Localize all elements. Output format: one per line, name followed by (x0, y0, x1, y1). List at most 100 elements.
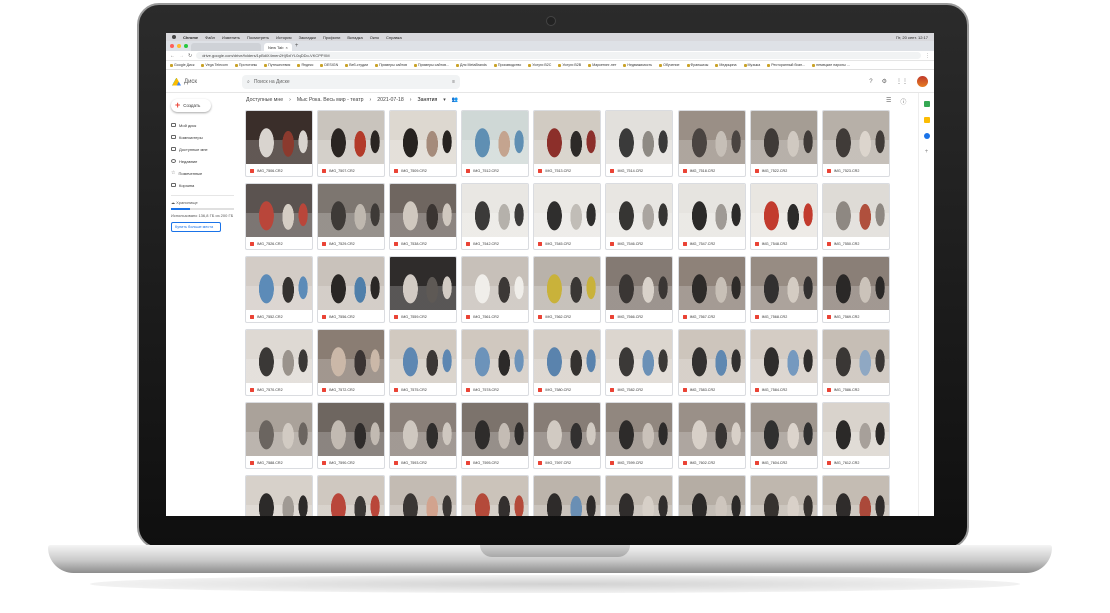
photo-thumbnail[interactable] (318, 403, 385, 456)
bookmark-item[interactable]: Яндекс (297, 63, 313, 67)
file-card[interactable]: IMG_7529.CR2 (317, 183, 386, 250)
photo-thumbnail[interactable] (822, 330, 889, 383)
new-tab-icon[interactable]: + (295, 43, 299, 49)
sheets-icon[interactable] (923, 101, 930, 107)
extensions-icon[interactable]: ⋮ (925, 53, 930, 59)
file-card[interactable]: IMG_7590.CR2 (317, 402, 386, 469)
file-card[interactable]: IMG_7546.CR2 (605, 183, 674, 250)
file-card[interactable]: IMG_7619.CR2 (389, 475, 458, 516)
photo-thumbnail[interactable] (246, 111, 312, 164)
file-card[interactable]: IMG_7625.CR2 (605, 475, 674, 516)
file-card[interactable]: IMG_7616.CR2 (317, 475, 386, 516)
menu-item[interactable]: Профили (323, 35, 340, 40)
breadcrumb-current[interactable]: Занятия (418, 97, 438, 103)
photo-thumbnail[interactable] (678, 184, 745, 237)
storage-label[interactable]: ☁ Хранилище (171, 200, 234, 205)
file-card[interactable]: IMG_7599.CR2 (605, 402, 674, 469)
breadcrumb-item[interactable]: 2021-07-18 (377, 97, 404, 103)
photo-thumbnail[interactable] (606, 257, 673, 310)
photo-thumbnail[interactable] (318, 476, 385, 516)
bookmark-item[interactable]: Услуги B2C (528, 63, 551, 67)
file-card[interactable]: IMG_7584.CR2 (749, 329, 818, 396)
photo-thumbnail[interactable] (390, 111, 457, 164)
file-card[interactable]: IMG_7562.CR2 (533, 256, 602, 323)
minimize-window-icon[interactable] (177, 44, 181, 48)
sidebar-item-starred[interactable]: ☆ Помеченные (166, 167, 239, 179)
file-card[interactable]: IMG_7578.CR2 (461, 329, 530, 396)
photo-thumbnail[interactable] (462, 403, 529, 456)
bookmark-item[interactable]: Примеры сайтов... (414, 63, 449, 67)
photo-thumbnail[interactable] (750, 330, 817, 383)
menubar-clock[interactable]: Пт, 20 сент. 12:17 (896, 35, 928, 40)
file-card[interactable]: IMG_7538.CR2 (389, 183, 458, 250)
photo-thumbnail[interactable] (534, 184, 601, 237)
photo-thumbnail[interactable] (246, 184, 312, 237)
help-icon[interactable]: ? (869, 79, 872, 85)
file-card[interactable]: IMG_7556.CR2 (317, 256, 386, 323)
photo-thumbnail[interactable] (534, 403, 601, 456)
bookmark-item[interactable]: Веб-студии (345, 63, 368, 67)
tab-inactive[interactable] (191, 43, 261, 51)
photo-thumbnail[interactable] (390, 257, 457, 310)
menu-item[interactable]: История (276, 35, 292, 40)
bookmark-item[interactable]: Примеры сайтов (375, 63, 407, 67)
app-menu[interactable]: Chrome (183, 35, 198, 40)
file-card[interactable]: IMG_7588.CR2 (245, 402, 313, 469)
sidebar-item-my-drive[interactable]: Мой диск (166, 119, 239, 131)
sidebar-item-computers[interactable]: Компьютеры (166, 131, 239, 143)
photo-thumbnail[interactable] (462, 257, 529, 310)
file-card[interactable]: IMG_7570.CR2 (245, 329, 313, 396)
file-card[interactable]: IMG_7614.CR2 (245, 475, 313, 516)
file-card[interactable]: IMG_7561.CR2 (461, 256, 530, 323)
file-card[interactable]: IMG_7512.CR2 (461, 110, 530, 177)
file-card[interactable]: IMG_7569.CR2 (821, 256, 890, 323)
tab-new-tab[interactable]: New Tab × (264, 43, 292, 51)
apps-grid-icon[interactable]: ⋮⋮ (896, 78, 908, 85)
file-card[interactable]: IMG_7602.CR2 (677, 402, 746, 469)
photo-thumbnail[interactable] (534, 111, 601, 164)
photo-thumbnail[interactable] (246, 330, 312, 383)
file-card[interactable]: IMG_7542.CR2 (461, 183, 530, 250)
photo-thumbnail[interactable] (606, 476, 673, 516)
photo-thumbnail[interactable] (822, 111, 889, 164)
file-card[interactable]: IMG_7567.CR2 (677, 256, 746, 323)
bookmark-item[interactable]: Производство (493, 63, 521, 67)
photo-thumbnail[interactable] (390, 184, 457, 237)
menu-item[interactable]: Окно (370, 35, 379, 40)
photo-thumbnail[interactable] (822, 257, 889, 310)
bookmark-item[interactable]: Маркетинг-нет (588, 63, 616, 67)
file-card[interactable]: IMG_7552.CR2 (245, 256, 313, 323)
photo-thumbnail[interactable] (246, 476, 312, 516)
photo-thumbnail[interactable] (246, 403, 312, 456)
file-card[interactable]: IMG_7566.CR2 (605, 256, 674, 323)
sidebar-item-shared[interactable]: Доступные мне (166, 143, 239, 155)
file-card[interactable]: IMG_7631.CR2 (821, 475, 890, 516)
photo-thumbnail[interactable] (822, 184, 889, 237)
photo-thumbnail[interactable] (318, 184, 385, 237)
file-card[interactable]: IMG_7629.CR2 (749, 475, 818, 516)
photo-thumbnail[interactable] (462, 476, 529, 516)
photo-thumbnail[interactable] (750, 403, 817, 456)
photo-thumbnail[interactable] (606, 330, 673, 383)
bookmark-item[interactable]: Google Диск (170, 63, 194, 67)
list-view-icon[interactable]: ☰ (886, 97, 891, 106)
photo-thumbnail[interactable] (318, 330, 385, 383)
bookmark-item[interactable]: Медицина (715, 63, 737, 67)
file-card[interactable]: IMG_7575.CR2 (389, 329, 458, 396)
sidebar-item-trash[interactable]: Корзина (166, 179, 239, 191)
file-card[interactable]: IMG_7518.CR2 (677, 110, 746, 177)
shared-people-icon[interactable]: 👥 (452, 97, 458, 103)
keep-icon[interactable] (923, 117, 930, 123)
file-card[interactable]: IMG_7580.CR2 (533, 329, 602, 396)
bookmark-item[interactable]: Прототипы (234, 63, 257, 67)
photo-thumbnail[interactable] (750, 111, 817, 164)
file-card[interactable]: IMG_7550.CR2 (821, 183, 890, 250)
breadcrumb-item[interactable]: Доступные мне (246, 97, 283, 103)
bookmark-item[interactable]: Франшизы (686, 63, 708, 67)
file-card[interactable]: IMG_7621.CR2 (461, 475, 530, 516)
photo-thumbnail[interactable] (606, 184, 673, 237)
menu-item[interactable]: Вкладка (347, 35, 362, 40)
reload-icon[interactable]: ↻ (188, 53, 192, 59)
menu-item[interactable]: Изменить (222, 35, 240, 40)
bookmark-item[interactable]: Vega Telecom (201, 63, 228, 67)
